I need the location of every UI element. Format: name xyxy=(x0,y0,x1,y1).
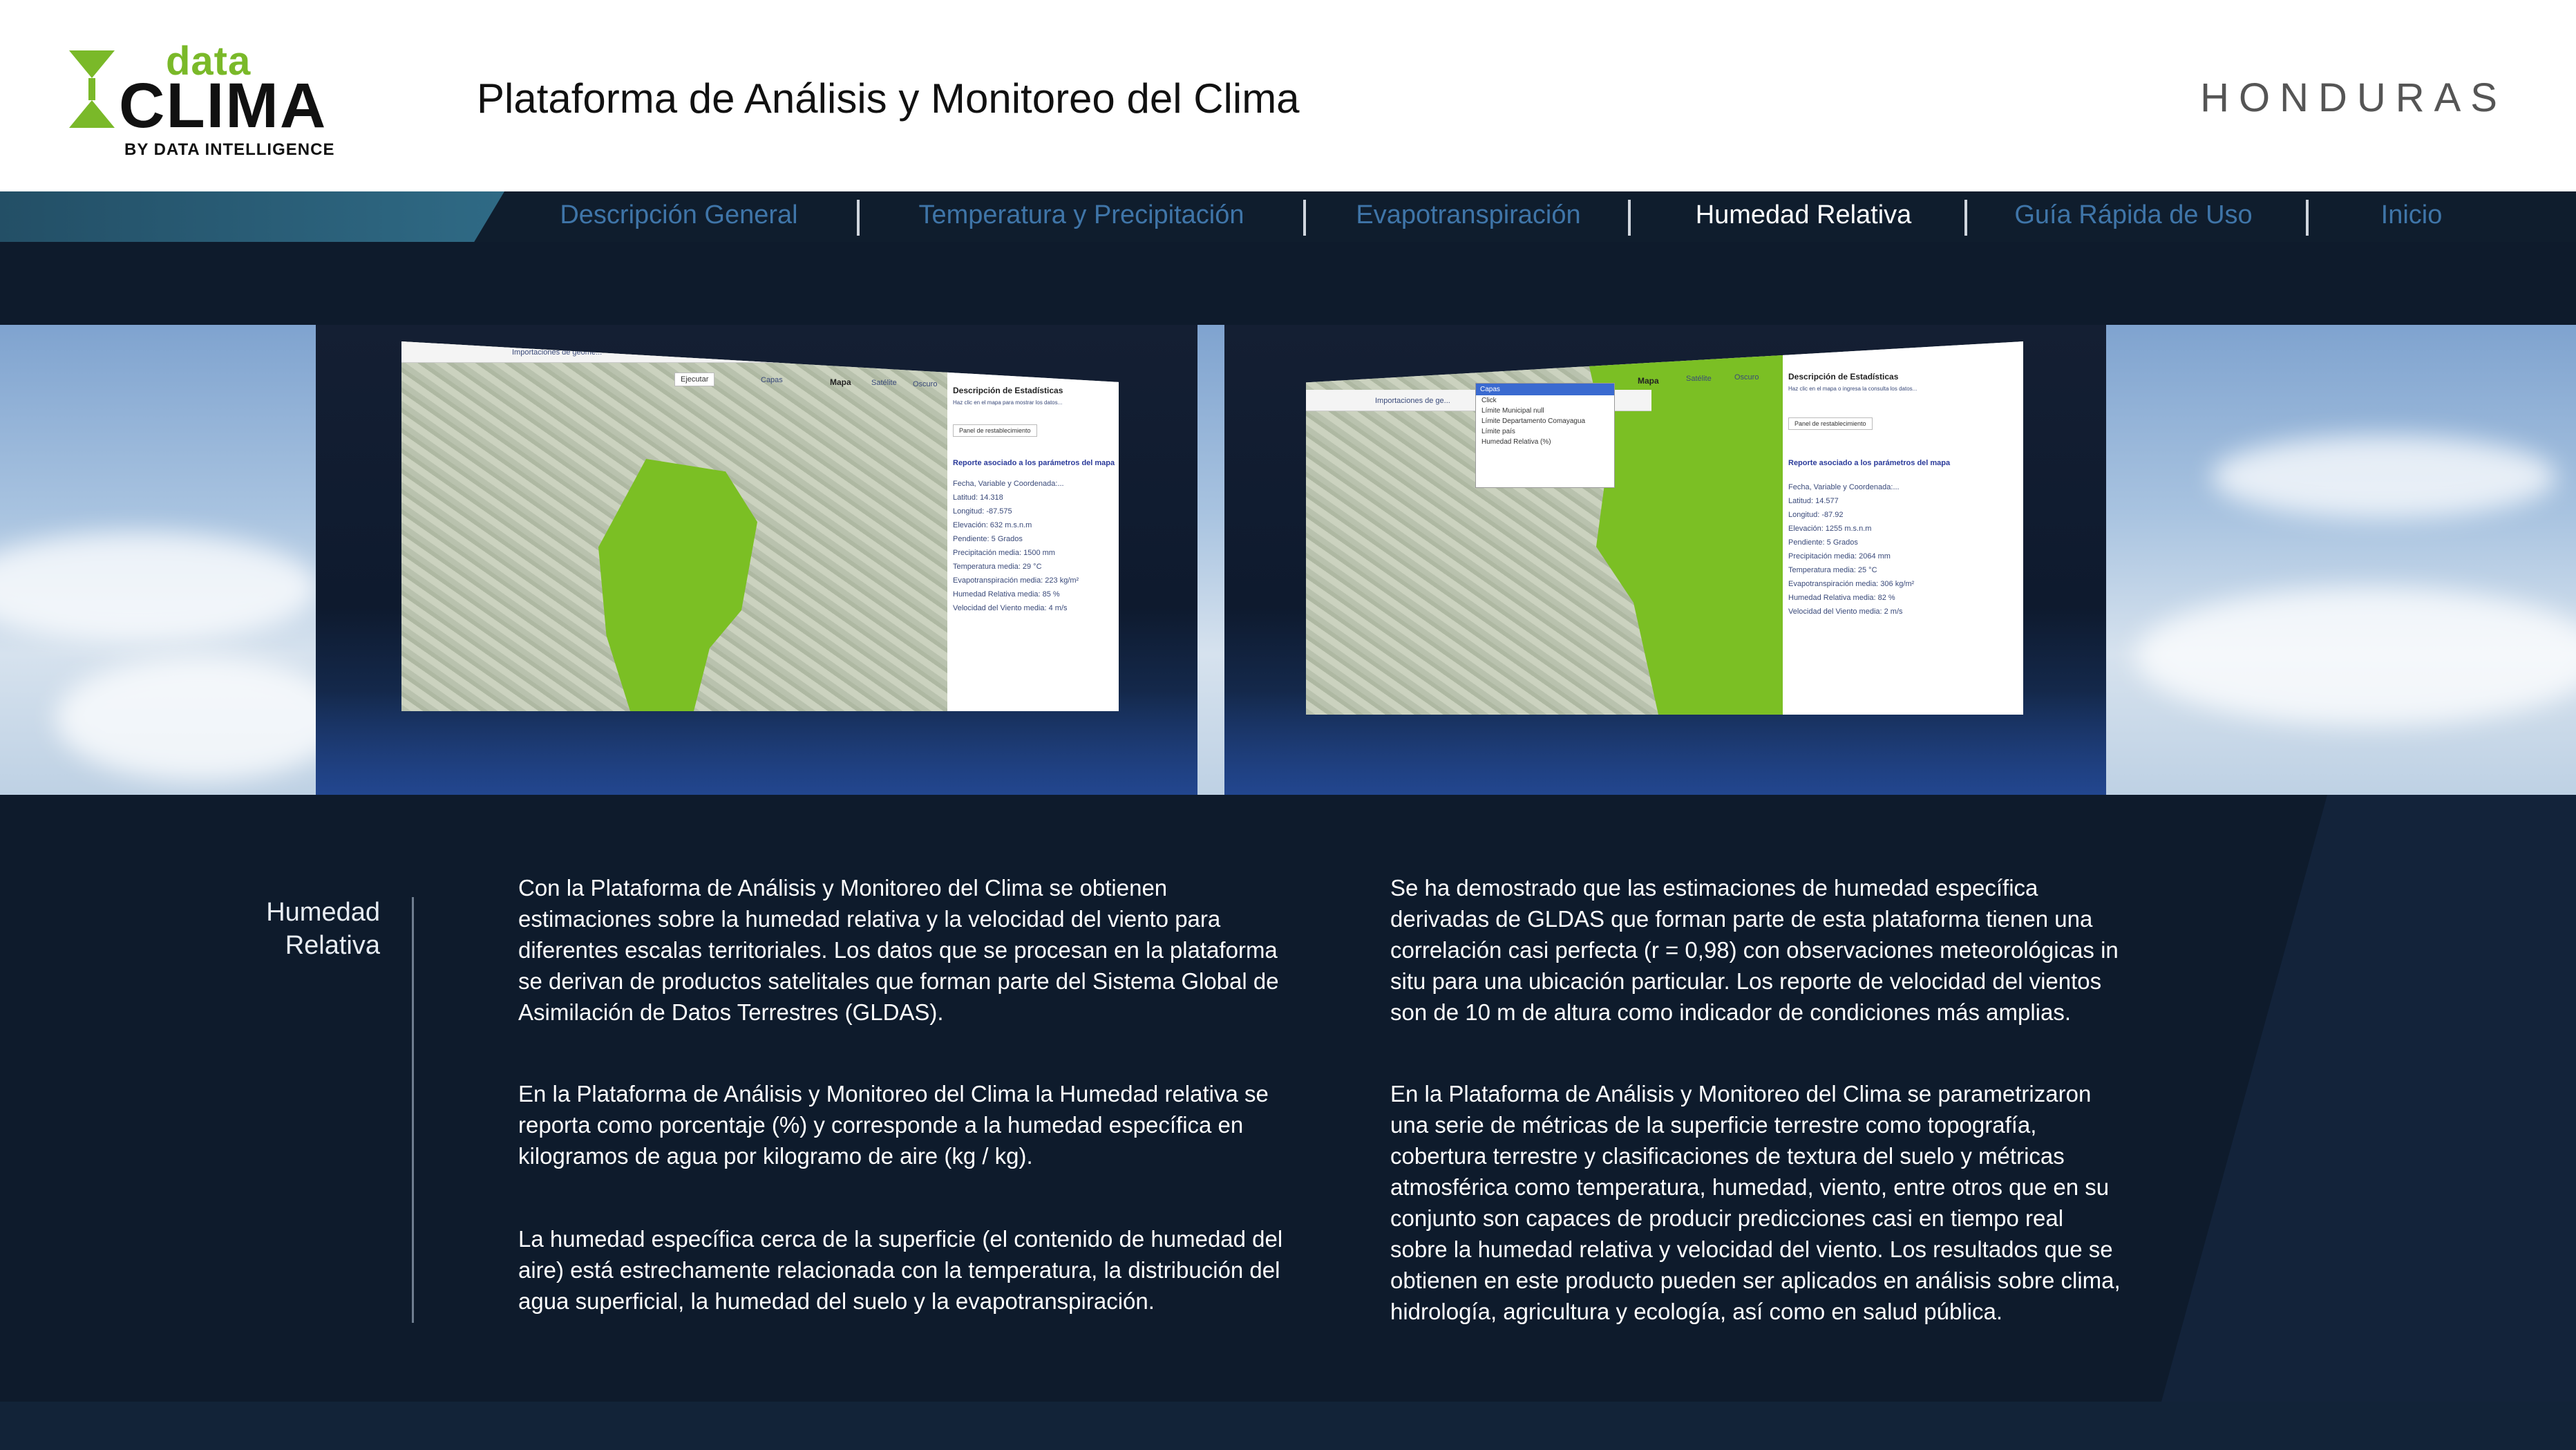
main-nav: Descripción General Temperatura y Precip… xyxy=(0,191,2576,242)
report-title: Reporte asociado a los parámetros del ma… xyxy=(953,459,1115,467)
logo-word-clima: CLIMA xyxy=(119,70,328,141)
page-title: Plataforma de Análisis y Monitoreo del C… xyxy=(477,75,1300,122)
layers-menu[interactable]: Capas Click Límite Municipal null Límite… xyxy=(1475,383,1615,488)
nav-item-descripcion-general[interactable]: Descripción General xyxy=(546,197,812,233)
layer-option[interactable]: Click xyxy=(1476,395,1614,406)
layer-option[interactable]: Humedad Relativa (%) xyxy=(1476,437,1614,447)
nav-divider xyxy=(1303,200,1306,236)
layers-tab[interactable]: Capas xyxy=(761,376,783,384)
report-row: Velocidad del Viento media: 2 m/s xyxy=(1788,608,1903,616)
nav-item-guia-rapida[interactable]: Guía Rápida de Uso xyxy=(2007,197,2260,233)
screenshot-panel-left: Importaciones de geome... Ejecutar Capas… xyxy=(316,325,1197,795)
map-toolbar xyxy=(401,341,954,363)
dark-tab[interactable]: Oscuro xyxy=(1734,373,1759,382)
layer-option[interactable]: Límite Departamento Comayagua xyxy=(1476,416,1614,426)
report-row: Evapotranspiración media: 306 kg/m² xyxy=(1788,580,1915,588)
report-row: Latitud: 14.318 xyxy=(953,493,1003,502)
layers-menu-title: Capas xyxy=(1476,384,1614,395)
cloud-shape xyxy=(55,657,345,781)
background-shape xyxy=(2161,795,2576,1402)
layer-option[interactable]: Límite Municipal null xyxy=(1476,406,1614,416)
report-row: Pendiente: 5 Grados xyxy=(1788,538,1858,547)
footer-bar xyxy=(0,1402,2576,1450)
nav-item-evapotranspiracion[interactable]: Evapotranspiración xyxy=(1344,197,1593,233)
nav-item-inicio[interactable]: Inicio xyxy=(2363,197,2460,233)
nav-divider xyxy=(2306,200,2309,236)
cloud-shape xyxy=(0,532,318,643)
platform-screenshot-right: Importaciones de ge... Mapa Satélite Osc… xyxy=(1306,341,2023,715)
reset-panel-button[interactable]: Panel de restablecimiento xyxy=(1788,417,1873,430)
nav-divider xyxy=(1964,200,1967,236)
stats-panel-hint: Haz clic en el mapa o ingresa la consult… xyxy=(1788,386,1917,392)
dataclima-logo[interactable]: data CLIMA BY DATA INTELLIGENCE xyxy=(69,38,387,162)
toolbar-search[interactable]: Importaciones de geome... xyxy=(512,348,602,357)
nav-divider xyxy=(1628,200,1631,236)
satellite-tab[interactable]: Satélite xyxy=(1686,375,1712,383)
report-row: Precipitación media: 2064 mm xyxy=(1788,552,1891,561)
report-row: Elevación: 632 m.s.n.m xyxy=(953,521,1032,529)
paragraph: En la Plataforma de Análisis y Monitoreo… xyxy=(518,1081,1269,1169)
report-row: Humedad Relativa media: 82 % xyxy=(1788,594,1895,602)
toolbar-search[interactable]: Importaciones de ge... xyxy=(1375,397,1450,405)
paragraph: Se ha demostrado que las estimaciones de… xyxy=(1390,875,2119,1025)
section-heading-line: Relativa xyxy=(285,931,380,960)
run-button[interactable]: Ejecutar xyxy=(674,373,715,386)
report-row: Pendiente: 5 Grados xyxy=(953,535,1023,543)
cloud-shape xyxy=(2135,587,2576,726)
section-heading-line: Humedad xyxy=(266,898,380,927)
section-heading: Humedad Relativa xyxy=(249,896,380,962)
hero-banner: Importaciones de geome... Ejecutar Capas… xyxy=(0,325,2576,795)
logo-byline: BY DATA INTELLIGENCE xyxy=(124,140,335,159)
reset-panel-button[interactable]: Panel de restablecimiento xyxy=(953,424,1037,437)
map-tab[interactable]: Mapa xyxy=(830,377,851,387)
report-row: Humedad Relativa media: 85 % xyxy=(953,590,1060,599)
paragraph: Con la Plataforma de Análisis y Monitore… xyxy=(518,875,1279,1025)
report-row: Precipitación media: 1500 mm xyxy=(953,549,1055,557)
report-row: Fecha, Variable y Coordenada:... xyxy=(1788,483,1900,491)
nav-accent-stripe xyxy=(0,191,504,242)
map-tab[interactable]: Mapa xyxy=(1638,376,1659,386)
stats-panel-hint: Haz clic en el mapa para mostrar los dat… xyxy=(953,399,1063,406)
screenshot-panel-right: Importaciones de ge... Mapa Satélite Osc… xyxy=(1224,325,2106,795)
country-label: HONDURAS xyxy=(2200,75,2507,120)
stats-panel-title: Descripción de Estadísticas xyxy=(1788,372,1899,382)
nav-item-humedad-relativa[interactable]: Humedad Relativa xyxy=(1669,197,1938,233)
report-row: Longitud: -87.575 xyxy=(953,507,1012,516)
report-row: Fecha, Variable y Coordenada:... xyxy=(953,480,1064,488)
report-row: Evapotranspiración media: 223 kg/m² xyxy=(953,576,1079,585)
report-row: Longitud: -87.92 xyxy=(1788,511,1844,519)
report-title: Reporte asociado a los parámetros del ma… xyxy=(1788,459,1951,467)
satellite-tab[interactable]: Satélite xyxy=(871,379,897,387)
header: data CLIMA BY DATA INTELLIGENCE Platafor… xyxy=(0,0,2576,191)
nav-divider xyxy=(857,200,860,236)
report-row: Velocidad del Viento media: 4 m/s xyxy=(953,604,1068,612)
dark-tab[interactable]: Oscuro xyxy=(913,380,937,388)
paragraph: La humedad específica cerca de la superf… xyxy=(518,1226,1283,1314)
content-section: Humedad Relativa Con la Plataforma de An… xyxy=(0,795,2576,1402)
layer-option[interactable]: Límite país xyxy=(1476,426,1614,437)
cloud-shape xyxy=(2211,435,2557,518)
report-row: Temperatura media: 25 °C xyxy=(1788,566,1877,574)
report-row: Elevación: 1255 m.s.n.m xyxy=(1788,525,1872,533)
stats-panel-title: Descripción de Estadísticas xyxy=(953,386,1063,395)
section-divider xyxy=(412,897,414,1323)
nav-item-temperatura-precipitacion[interactable]: Temperatura y Precipitación xyxy=(902,197,1261,233)
report-row: Temperatura media: 29 °C xyxy=(953,563,1042,571)
logo-x-icon xyxy=(69,50,115,128)
paragraph: En la Plataforma de Análisis y Monitoreo… xyxy=(1390,1081,2121,1324)
platform-screenshot-left: Importaciones de geome... Ejecutar Capas… xyxy=(401,341,1119,711)
report-row: Latitud: 14.577 xyxy=(1788,497,1839,505)
